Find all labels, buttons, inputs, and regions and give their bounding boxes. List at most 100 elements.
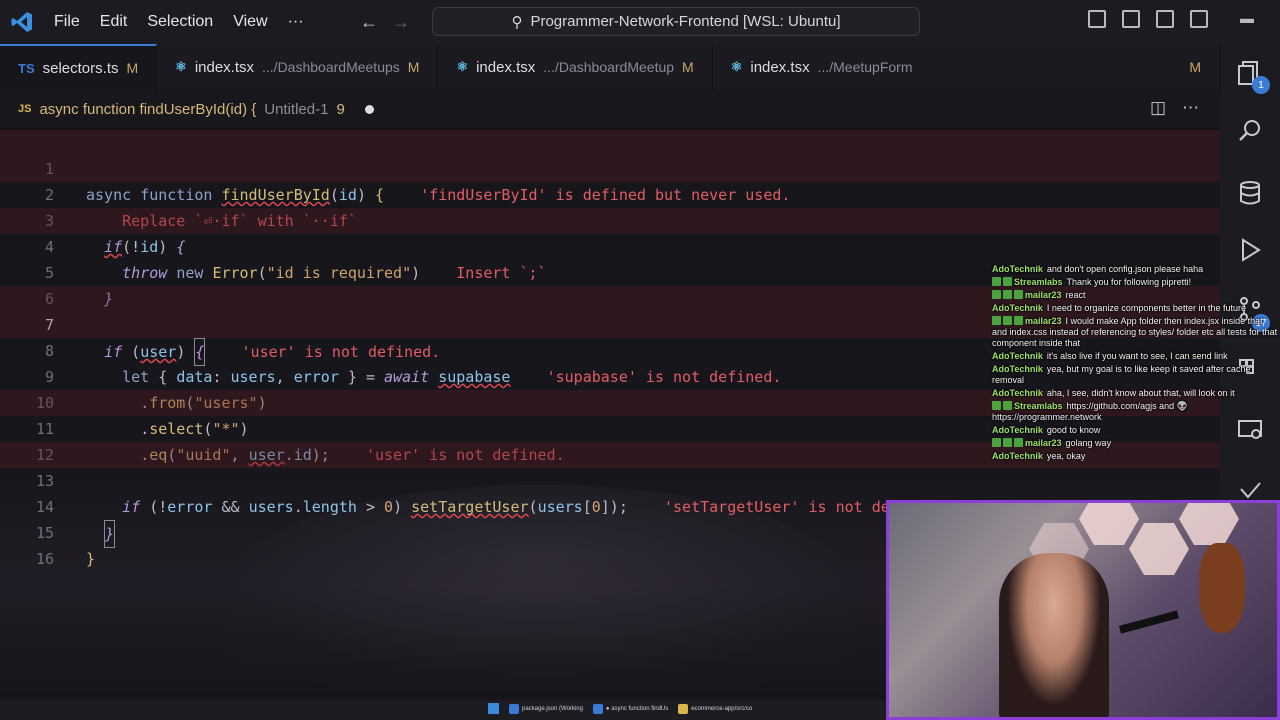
more-actions-icon[interactable]: ⋯ — [1182, 98, 1199, 118]
search-icon[interactable] — [1235, 116, 1265, 146]
microphone-image — [1118, 610, 1180, 634]
tab-modified-indicator: M — [407, 59, 420, 75]
react-file-icon: ⚛ — [175, 59, 187, 74]
run-debug-icon[interactable] — [1235, 236, 1265, 266]
breadcrumb-symbol[interactable]: async function findUserById(id) { — [39, 101, 256, 118]
chat-username: AdoTechnik — [992, 388, 1043, 398]
chat-message: mailar23 golang way — [992, 438, 1278, 449]
taskbar-item[interactable]: package.json (Working — [509, 703, 583, 714]
chat-text: it's also live if you want to see, I can… — [1046, 351, 1228, 361]
line-number: 16 — [35, 550, 54, 568]
chat-badge-icon — [992, 438, 1001, 447]
scm-badge: 1 — [1252, 76, 1270, 94]
tab-index-dashboard-meetup[interactable]: ⚛ index.tsx .../DashboardMeetup M — [438, 44, 713, 90]
database-icon[interactable] — [1235, 178, 1265, 208]
chat-message: AdoTechnik aha, I see, didn't know about … — [992, 388, 1278, 399]
tab-modified-indicator: M — [126, 60, 139, 76]
tab-filename: selectors.ts — [42, 59, 119, 77]
chat-badge-icon — [1014, 316, 1023, 325]
taskbar-item[interactable]: ● async function findUs — [592, 703, 669, 714]
chat-text: react — [1065, 290, 1086, 300]
forward-arrow-icon[interactable]: → — [392, 12, 410, 33]
chat-badge-icon — [1014, 438, 1023, 447]
streamer-image — [999, 553, 1109, 717]
tab-selectors-ts[interactable]: TS selectors.ts M — [0, 44, 158, 90]
split-editor-icon[interactable]: ◫ — [1150, 98, 1166, 118]
tab-modified-indicator: M — [1189, 59, 1201, 75]
taskbar-item-label: package.json (Working — [522, 705, 583, 712]
javascript-file-icon: JS — [18, 103, 32, 115]
chat-message: AdoTechnik good to know — [992, 425, 1278, 436]
windows-start-icon[interactable] — [488, 703, 499, 714]
menu-view[interactable]: View — [223, 13, 277, 31]
breadcrumb-file[interactable]: Untitled-1 — [264, 101, 328, 118]
chat-message: Streamlabs https://github.com/agjs and 👽 … — [992, 401, 1278, 423]
title-bar: File Edit Selection View ··· ← → ⚲ Progr… — [0, 0, 1280, 44]
vscode-logo-icon — [0, 0, 44, 44]
tab-path: .../DashboardMeetups — [262, 59, 400, 75]
chat-text: good to know — [1046, 425, 1101, 435]
taskbar-item[interactable]: ecommerce-app/src/co — [678, 703, 753, 714]
code-line[interactable]: 4 throw new Error("id is required") Inse… — [0, 208, 1220, 282]
react-file-icon: ⚛ — [456, 59, 469, 74]
command-center-search[interactable]: ⚲ Programmer-Network-Frontend [WSL: Ubun… — [432, 7, 920, 36]
chat-text: golang way — [1065, 438, 1112, 448]
chat-badge-icon — [1003, 277, 1012, 286]
code-line[interactable]: 3 if(!id) { — [0, 182, 1220, 256]
chat-username: AdoTechnik — [992, 351, 1043, 361]
tab-path: .../DashboardMeetup — [543, 59, 675, 75]
webcam-feed — [886, 500, 1280, 720]
tab-index-meetup-form[interactable]: ⚛ index.tsx .../MeetupForm M — [713, 44, 1220, 90]
search-label: Programmer-Network-Frontend [WSL: Ubuntu… — [530, 13, 841, 30]
code-line[interactable]: 5 } — [0, 234, 1220, 308]
chat-badge-icon — [992, 277, 1001, 286]
code-line[interactable]: 14 } — [0, 468, 1220, 548]
chat-message: AdoTechnik it's also live if you want to … — [992, 351, 1278, 362]
menu-selection[interactable]: Selection — [137, 13, 223, 31]
tab-filename: index.tsx — [750, 58, 810, 76]
chat-message: AdoTechnik yea, okay — [992, 451, 1278, 462]
toggle-panel-icon[interactable] — [1122, 10, 1140, 28]
chat-badge-icon — [1014, 290, 1023, 299]
minimize-icon[interactable]: ▬ — [1240, 10, 1254, 26]
chat-badge-icon — [1003, 401, 1012, 410]
menu-more[interactable]: ··· — [278, 13, 314, 31]
unsaved-dot-icon[interactable] — [364, 104, 374, 114]
chat-message: mailar23 I would make App folder then ind… — [992, 316, 1278, 349]
menu-bar: File Edit Selection View ··· — [44, 13, 314, 31]
typescript-file-icon: TS — [18, 60, 35, 76]
line-code: } — [86, 550, 96, 568]
chat-username: mailar23 — [1025, 290, 1062, 300]
chat-text: and don't open config.json please haha — [1046, 264, 1204, 274]
toggle-primary-sidebar-icon[interactable] — [1088, 10, 1106, 28]
chat-badge-icon — [992, 290, 1001, 299]
code-line[interactable]: 1 async function findUserById(id) { 'fin… — [0, 130, 1220, 204]
code-line[interactable]: 2 Replace `⏎·if` with `··if` — [0, 156, 1220, 230]
customize-layout-icon[interactable] — [1190, 10, 1208, 28]
chat-username: AdoTechnik — [992, 364, 1043, 374]
chat-text: Thank you for following pipretti! — [1066, 277, 1192, 287]
chat-message: AdoTechnik I need to organize components … — [992, 303, 1278, 314]
tab-path: .../MeetupForm — [817, 59, 913, 75]
taskbar: package.json (Working ● async function f… — [0, 700, 886, 720]
chat-text: aha, I see, didn't know about that, will… — [1046, 388, 1235, 398]
react-file-icon: ⚛ — [730, 59, 743, 74]
tab-modified-indicator: M — [682, 59, 694, 75]
chat-badge-icon — [992, 401, 1001, 410]
chat-username: AdoTechnik — [992, 451, 1043, 461]
back-arrow-icon[interactable]: ← — [360, 12, 378, 33]
chat-username: mailar23 — [1025, 438, 1062, 448]
taskbar-item-label: ● async function findUs — [605, 705, 669, 712]
chat-text: I need to organize components better in … — [1046, 303, 1246, 313]
toggle-secondary-sidebar-icon[interactable] — [1156, 10, 1174, 28]
breadcrumb: JS async function findUserById(id) { Unt… — [0, 90, 1220, 128]
search-icon: ⚲ — [511, 13, 523, 31]
chat-badge-icon — [992, 316, 1001, 325]
tab-index-dashboard-meetups[interactable]: ⚛ index.tsx .../DashboardMeetups M — [157, 44, 439, 90]
menu-edit[interactable]: Edit — [90, 13, 138, 31]
chat-message: Streamlabs Thank you for following pipret… — [992, 277, 1278, 288]
menu-file[interactable]: File — [44, 13, 90, 31]
taskbar-item-label: ecommerce-app/src/co — [691, 705, 753, 712]
chat-username: AdoTechnik — [992, 264, 1043, 274]
chat-username: AdoTechnik — [992, 425, 1043, 435]
